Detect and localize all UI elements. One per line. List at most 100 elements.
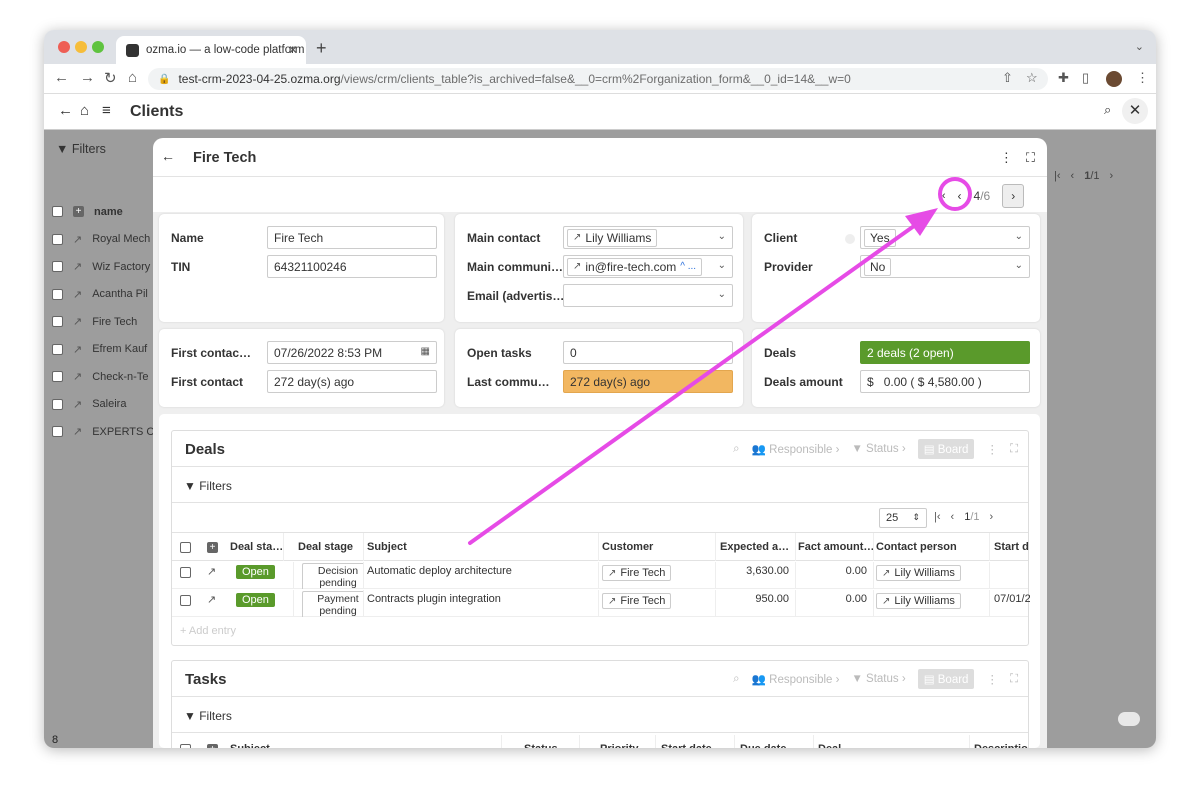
next-record-button[interactable]: › [1002, 184, 1025, 208]
row-checkbox[interactable] [180, 595, 191, 606]
open-record-icon[interactable]: ↗ [73, 233, 82, 246]
col-task-status[interactable]: Status [520, 735, 580, 748]
row-checkbox[interactable] [52, 426, 63, 438]
back-arrow-icon[interactable]: ← [54, 69, 69, 86]
expected-amount-cell[interactable]: 3,630.00 [716, 562, 796, 589]
col-task-subject[interactable]: Subject [226, 735, 502, 748]
first-page-icon[interactable]: |‹ [1054, 170, 1061, 182]
col-task-start-date[interactable]: Start date [657, 735, 735, 748]
deals-next-page-icon[interactable]: › [990, 511, 994, 523]
row-checkbox[interactable] [52, 371, 63, 383]
col-task-description[interactable]: Descriptio [970, 735, 1030, 748]
open-record-icon[interactable]: ↗ [207, 565, 216, 578]
deals-more-icon[interactable]: ⋮ [986, 442, 998, 456]
name-field[interactable]: Fire Tech [267, 226, 437, 249]
open-record-icon[interactable]: ↗ [73, 288, 82, 301]
first-contact-field[interactable]: 272 day(s) ago [267, 370, 437, 393]
row-checkbox[interactable] [52, 233, 63, 245]
select-all-checkbox[interactable] [52, 206, 63, 218]
last-comm-field[interactable]: 272 day(s) ago [563, 370, 733, 393]
row-checkbox[interactable] [52, 261, 63, 273]
row-checkbox[interactable] [52, 316, 63, 328]
deals-amount-field[interactable]: $0.00 ( $ 4,580.00 ) [860, 370, 1030, 393]
open-record-icon[interactable]: ↗ [207, 593, 216, 606]
tasks-fullscreen-icon[interactable]: ⛶ [1010, 673, 1018, 686]
deals-select-all-checkbox[interactable] [180, 542, 191, 553]
app-menu-icon[interactable]: ≡ [102, 102, 111, 119]
table-row[interactable]: ↗ EXPERTS CL [44, 418, 154, 446]
next-page-icon[interactable]: › [1110, 170, 1114, 182]
col-customer[interactable]: Customer [598, 533, 716, 561]
table-row[interactable]: ↗ Acantha Pil [44, 281, 154, 309]
table-row[interactable]: ↗ Saleira [44, 391, 154, 419]
tasks-search-icon[interactable]: ⌕ [733, 673, 739, 686]
tab-search-chevron-icon[interactable]: ⌄ [1135, 40, 1144, 53]
deals-field[interactable]: 2 deals (2 open) [860, 341, 1030, 364]
open-record-icon[interactable]: ↗ [73, 315, 82, 328]
row-name[interactable]: EXPERTS CL [92, 426, 154, 438]
row-name[interactable]: Efrem Kauf [92, 343, 147, 355]
browser-menu-icon[interactable]: ⋮ [1136, 70, 1149, 86]
prev-page-icon[interactable]: ‹ [1071, 170, 1075, 182]
col-task-deal[interactable]: Deal [814, 735, 970, 748]
bookmark-star-icon[interactable]: ☆ [1026, 70, 1038, 86]
table-row[interactable]: ↗ Fire Tech [44, 308, 154, 336]
table-row[interactable]: ↗ Efrem Kauf [44, 336, 154, 364]
first-record-icon[interactable]: |‹ [939, 190, 946, 202]
deal-stage-cell[interactable]: Payment pending [302, 591, 363, 617]
contact-chip[interactable]: ↗ Lily Williams [876, 565, 961, 581]
tasks-responsible-filter[interactable]: 👥 Responsible › [752, 672, 840, 686]
subject-cell[interactable]: Contracts plugin integration [363, 590, 599, 617]
col-expected-amount[interactable]: Expected a… [716, 533, 796, 561]
row-name[interactable]: Fire Tech [92, 316, 137, 328]
side-panel-icon[interactable]: ▯ [1082, 70, 1089, 86]
tasks-filters-button[interactable]: ▼ Filters [172, 697, 1028, 733]
deal-stage-cell[interactable]: Decision pending [302, 563, 363, 589]
reload-icon[interactable]: ↻ [104, 69, 117, 87]
open-record-icon[interactable]: ↗ [73, 343, 82, 356]
modal-more-icon[interactable]: ⋮ [1000, 150, 1013, 166]
app-close-button[interactable]: ✕ [1122, 98, 1148, 124]
open-customer-icon[interactable]: ↗ [608, 568, 616, 579]
tasks-more-icon[interactable]: ⋮ [986, 672, 998, 686]
open-record-icon[interactable]: ↗ [73, 370, 82, 383]
open-record-icon[interactable]: ↗ [73, 425, 82, 438]
app-home-icon[interactable]: ⌂ [80, 102, 89, 119]
tasks-status-filter[interactable]: ▼ Status › [851, 673, 905, 685]
tasks-board-button[interactable]: ▤ Board [917, 669, 975, 689]
minimize-window-button[interactable] [75, 41, 87, 53]
column-header-name[interactable]: name [94, 206, 123, 218]
open-contact-icon[interactable]: ↗ [882, 568, 890, 579]
close-tab-icon[interactable]: ✕ [288, 43, 298, 57]
add-entry-button[interactable]: + Add entry [180, 625, 236, 637]
first-contact-date-field[interactable]: 07/26/2022 8:53 PM ▦ [267, 341, 437, 364]
expected-amount-cell[interactable]: 950.00 [716, 590, 796, 617]
deals-status-filter[interactable]: ▼ Status › [851, 443, 905, 455]
customer-chip[interactable]: ↗ Fire Tech [602, 565, 672, 581]
col-deal-stage[interactable]: Deal stage [294, 533, 364, 561]
extensions-puzzle-icon[interactable]: ✚ [1058, 70, 1069, 86]
fact-amount-cell[interactable]: 0.00 [794, 590, 874, 617]
close-window-button[interactable] [58, 41, 70, 53]
open-tasks-field[interactable]: 0 [563, 341, 733, 364]
col-fact-amount[interactable]: Fact amount… [794, 533, 874, 561]
app-back-icon[interactable]: ← [58, 102, 73, 119]
client-select[interactable]: Yes ⌄ [860, 226, 1030, 249]
fullscreen-icon[interactable]: ⛶ [1026, 150, 1035, 166]
row-name[interactable]: Check-n-Te [92, 371, 148, 383]
clients-filters-button[interactable]: ▼ Filters [56, 142, 106, 156]
tasks-add-icon[interactable]: + [207, 744, 218, 748]
contact-chip[interactable]: ↗ Lily Williams [876, 593, 961, 609]
row-name[interactable]: Wiz Factory [92, 261, 150, 273]
open-record-icon[interactable]: ↗ [73, 260, 82, 273]
row-checkbox[interactable] [52, 288, 63, 300]
modal-back-icon[interactable]: ← [161, 148, 175, 164]
deals-filters-button[interactable]: ▼ Filters [172, 467, 1028, 503]
calendar-icon[interactable]: ▦ [421, 346, 430, 357]
main-contact-select[interactable]: ↗ Lily Williams ⌄ [563, 226, 733, 249]
customer-chip[interactable]: ↗ Fire Tech [602, 593, 672, 609]
deals-responsible-filter[interactable]: 👥 Responsible › [752, 442, 840, 456]
add-row-icon[interactable]: + [73, 206, 84, 218]
row-name[interactable]: Saleira [92, 398, 126, 410]
fact-amount-cell[interactable]: 0.00 [794, 562, 874, 589]
